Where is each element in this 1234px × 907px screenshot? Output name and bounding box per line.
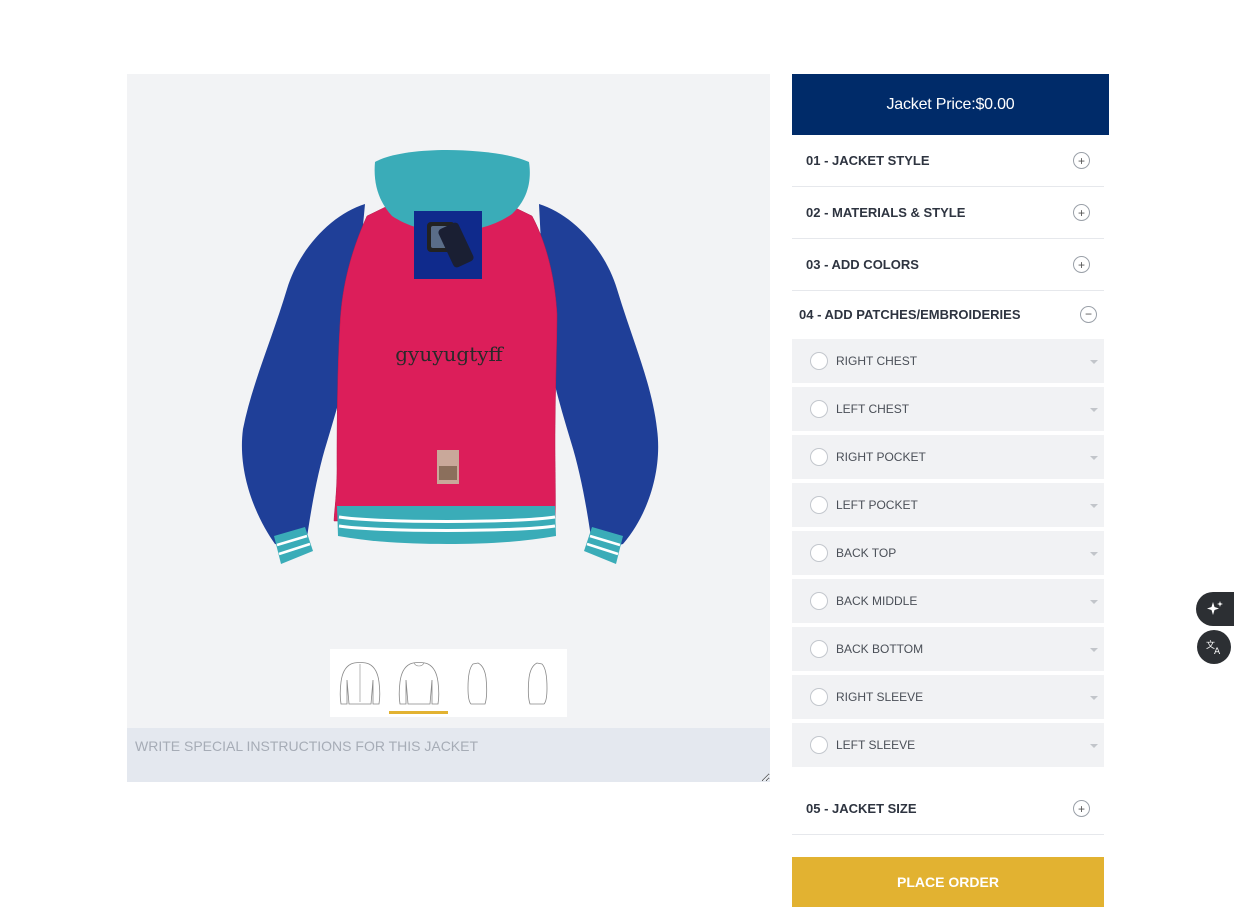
placement-right-pocket[interactable]: RIGHT POCKET xyxy=(792,435,1104,479)
step-label: 03 - ADD COLORS xyxy=(806,257,919,272)
step-add-colors[interactable]: 03 - ADD COLORS + xyxy=(792,239,1104,291)
placement-label: RIGHT SLEEVE xyxy=(836,690,924,704)
step-add-patches[interactable]: 04 - ADD PATCHES/EMBROIDERIES − xyxy=(792,291,1104,337)
plus-icon[interactable]: + xyxy=(1073,204,1090,221)
plus-icon[interactable]: + xyxy=(1073,152,1090,169)
radio-button[interactable] xyxy=(810,688,828,706)
jacket-price-bar: Jacket Price:$0.00 xyxy=(792,74,1109,135)
radio-button[interactable] xyxy=(810,544,828,562)
placement-label: RIGHT CHEST xyxy=(836,354,918,368)
jacket-back-icon xyxy=(398,662,439,705)
jacket-side-icon xyxy=(467,662,487,705)
view-thumbnails xyxy=(330,649,567,717)
placement-left-chest[interactable]: LEFT CHEST xyxy=(792,387,1104,431)
step-label: 04 - ADD PATCHES/EMBROIDERIES xyxy=(799,306,1021,322)
embroidery-text: gyuyugtyff xyxy=(395,342,504,366)
placement-label: BACK BOTTOM xyxy=(836,642,924,656)
thumb-back-view[interactable] xyxy=(389,649,448,717)
placement-label: BACK TOP xyxy=(836,546,897,560)
chevron-down-icon xyxy=(1090,600,1098,604)
radio-button[interactable] xyxy=(810,448,828,466)
chevron-down-icon xyxy=(1090,360,1098,364)
placement-back-middle[interactable]: BACK MIDDLE xyxy=(792,579,1104,623)
configurator-panel: Jacket Price:$0.00 01 - JACKET STYLE + 0… xyxy=(792,74,1109,907)
chevron-down-icon xyxy=(1090,552,1098,556)
radio-button[interactable] xyxy=(810,400,828,418)
chevron-down-icon xyxy=(1090,744,1098,748)
chevron-down-icon xyxy=(1090,408,1098,412)
radio-button[interactable] xyxy=(810,496,828,514)
minus-icon[interactable]: − xyxy=(1080,305,1097,323)
watch-image-patch xyxy=(414,211,482,279)
placement-right-chest[interactable]: RIGHT CHEST xyxy=(792,339,1104,383)
place-order-button[interactable]: PLACE ORDER xyxy=(792,857,1104,907)
translate-icon[interactable]: 文A xyxy=(1197,630,1231,664)
placement-back-bottom[interactable]: BACK BOTTOM xyxy=(792,627,1104,671)
step-materials-style[interactable]: 02 - MATERIALS & STYLE + xyxy=(792,187,1104,239)
chevron-down-icon xyxy=(1090,456,1098,460)
jacket-preview: gyuyugtyff xyxy=(127,74,770,728)
jacket-price: Jacket Price:$0.00 xyxy=(886,95,1015,113)
patch-placement-list: RIGHT CHEST LEFT CHEST RIGHT POCKET LEFT… xyxy=(792,337,1104,767)
plus-icon[interactable]: + xyxy=(1073,800,1090,817)
right-sleeve-shape xyxy=(539,204,659,552)
step-label: 02 - MATERIALS & STYLE xyxy=(806,205,966,220)
step-label: 05 - JACKET SIZE xyxy=(806,801,917,816)
sparkle-icon[interactable] xyxy=(1196,592,1234,626)
sparkle-icon-glyph xyxy=(1207,601,1223,615)
jacket-front-icon xyxy=(339,662,380,705)
chevron-down-icon xyxy=(1090,648,1098,652)
placement-left-pocket[interactable]: LEFT POCKET xyxy=(792,483,1104,527)
step-jacket-size[interactable]: 05 - JACKET SIZE + xyxy=(792,783,1104,835)
jacket-side-icon xyxy=(527,662,547,705)
radio-button[interactable] xyxy=(810,352,828,370)
chevron-down-icon xyxy=(1090,696,1098,700)
radio-button[interactable] xyxy=(810,640,828,658)
special-instructions-field[interactable] xyxy=(127,728,770,782)
waistband xyxy=(337,506,556,544)
placement-label: BACK MIDDLE xyxy=(836,594,918,608)
step-jacket-style[interactable]: 01 - JACKET STYLE + xyxy=(792,135,1104,187)
placement-back-top[interactable]: BACK TOP xyxy=(792,531,1104,575)
placement-label: LEFT CHEST xyxy=(836,402,910,416)
jacket-back-view: gyuyugtyff xyxy=(241,150,659,564)
placement-right-sleeve[interactable]: RIGHT SLEEVE xyxy=(792,675,1104,719)
small-image-patch xyxy=(437,450,459,484)
placement-label: LEFT SLEEVE xyxy=(836,738,916,752)
radio-button[interactable] xyxy=(810,736,828,754)
svg-text:A: A xyxy=(1214,647,1221,656)
thumb-right-side-view[interactable] xyxy=(448,649,507,717)
chevron-down-icon xyxy=(1090,504,1098,508)
placement-left-sleeve[interactable]: LEFT SLEEVE xyxy=(792,723,1104,767)
placement-label: LEFT POCKET xyxy=(836,498,918,512)
plus-icon[interactable]: + xyxy=(1073,256,1090,273)
step-label: 01 - JACKET STYLE xyxy=(806,153,930,168)
thumb-left-side-view[interactable] xyxy=(507,649,566,717)
translate-icon-glyph: 文A xyxy=(1206,639,1221,656)
thumb-front-view[interactable] xyxy=(330,649,389,717)
radio-button[interactable] xyxy=(810,592,828,610)
placement-label: RIGHT POCKET xyxy=(836,450,926,464)
